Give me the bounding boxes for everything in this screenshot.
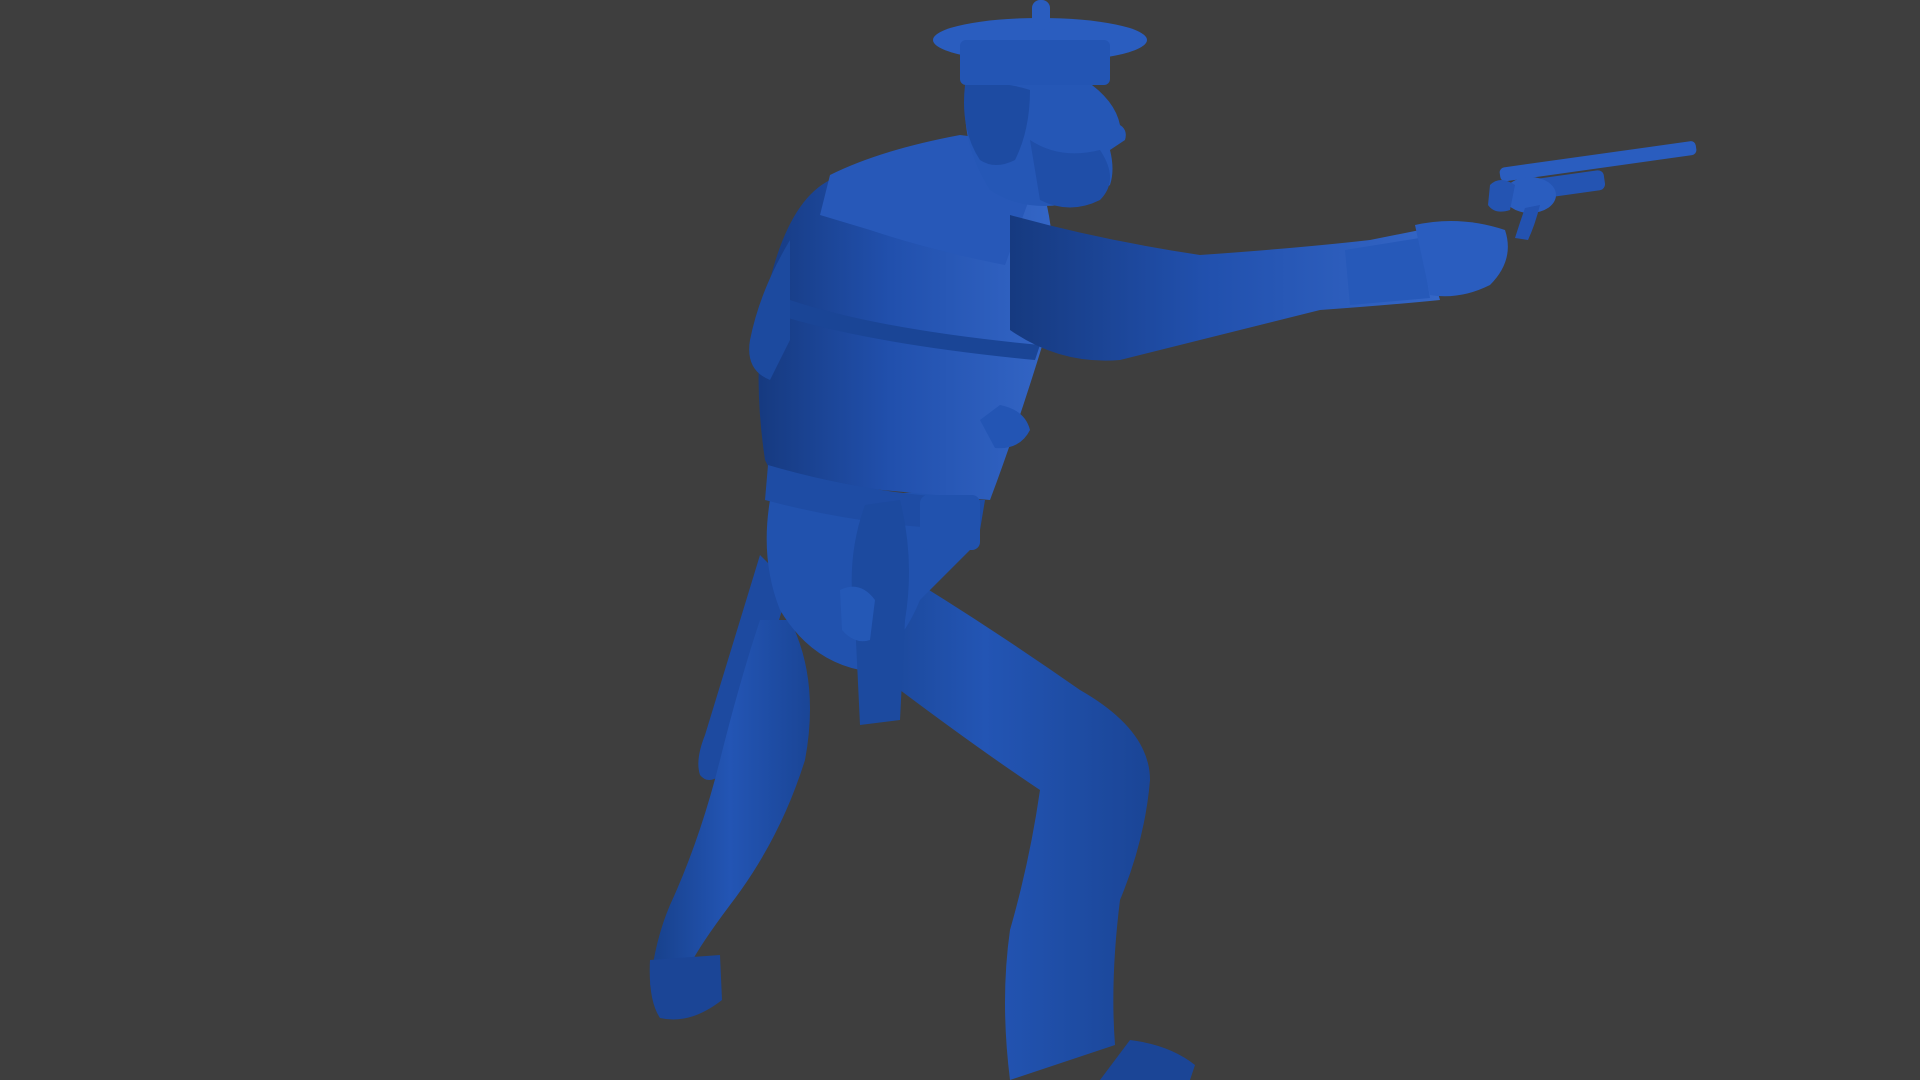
sailor-cap bbox=[933, 0, 1147, 85]
model-render[interactable] bbox=[0, 0, 1920, 1080]
extended-arm bbox=[1010, 215, 1508, 361]
revolver bbox=[1488, 141, 1697, 240]
3d-viewport[interactable] bbox=[0, 0, 1920, 1080]
